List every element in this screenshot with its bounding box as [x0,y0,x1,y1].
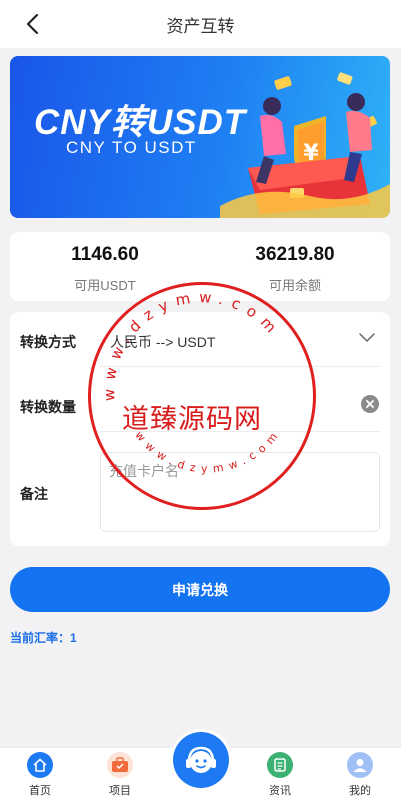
tab-home-label: 首页 [29,785,51,797]
support-icon [186,746,216,773]
clear-button[interactable] [361,395,379,413]
balance-cny-value: 36219.80 [255,244,335,265]
tab-mine-label: 我的 [349,785,371,797]
quantity-label: 转换数量 [20,399,76,415]
remark-textarea[interactable] [100,452,380,532]
user-icon [347,752,373,778]
support-button[interactable] [173,732,229,788]
briefcase-icon [107,752,133,778]
page-title: 资产互转 [166,16,235,36]
chevron-down-icon[interactable] [358,332,376,344]
chevron-left-icon [26,13,39,35]
balance-cny: 36219.80 可用余额 [200,232,390,301]
header-bar: 资产互转 [0,0,401,48]
submit-button[interactable]: 申请兑换 [10,567,390,612]
tab-news-label: 资讯 [269,785,291,797]
banner-illustration: ¥ [220,72,390,218]
home-icon [27,752,53,778]
news-icon [267,752,293,778]
balance-cny-label: 可用余额 [268,278,321,293]
method-label: 转换方式 [20,334,76,350]
divider [100,366,381,367]
quantity-input[interactable] [110,390,350,420]
remark-label: 备注 [20,486,48,502]
banner-subtitle: CNY TO USDT [66,138,197,157]
promo-banner: CNY转USDT CNY TO USDT ¥ [10,56,390,218]
balance-usdt: 1146.60 可用USDT [10,232,200,301]
close-icon [366,400,374,408]
tab-news[interactable]: 资讯 [250,752,310,798]
tab-home[interactable]: 首页 [10,752,70,798]
back-button[interactable] [18,10,46,38]
bottom-tabbar: 首页 项目 资讯 我的 [0,732,401,801]
divider [100,431,381,432]
method-select[interactable]: 人民币 --> USDT [110,332,215,352]
balance-card: 1146.60 可用USDT 36219.80 可用余额 [10,232,390,301]
tab-projects[interactable]: 项目 [90,752,150,798]
tab-mine[interactable]: 我的 [330,752,390,798]
tab-projects-label: 项目 [109,785,131,797]
exchange-rate: 当前汇率：1 [10,631,77,645]
balance-usdt-value: 1146.60 [71,244,139,265]
balance-usdt-label: 可用USDT [74,278,136,293]
convert-form: 转换方式 人民币 --> USDT 转换数量 备注 [10,312,390,546]
